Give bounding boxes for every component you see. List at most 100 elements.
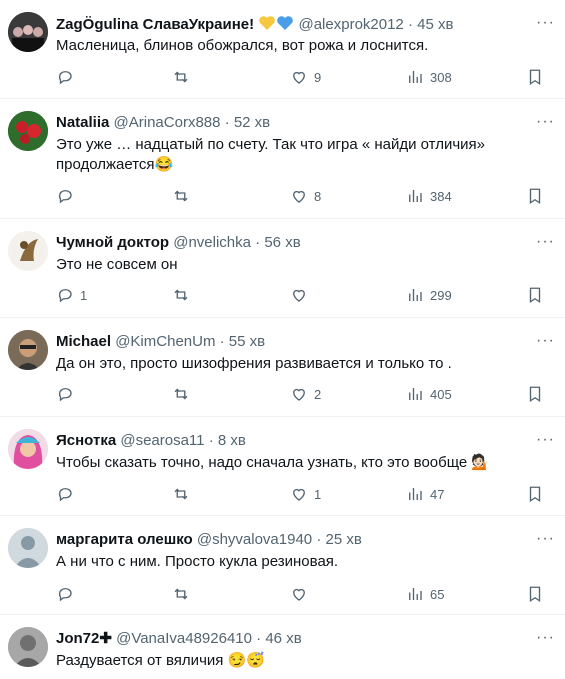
heart-icon: [290, 585, 308, 603]
more-options-icon[interactable]: ···: [536, 531, 555, 547]
bar-chart-icon: [406, 385, 424, 403]
tweet-header: маргарита олешко @shyvalova1940 · 25 хв: [56, 531, 362, 548]
reply-button[interactable]: [56, 186, 80, 206]
author-handle[interactable]: @ArinaCorx888: [114, 114, 221, 131]
heart-icon: [290, 68, 308, 86]
tweet-header: ZagÖgulina СлаваУкраине! @alexprok2012 ·…: [56, 16, 454, 33]
tweet[interactable]: ZagÖgulina СлаваУкраине! @alexprok2012 ·…: [0, 0, 565, 99]
timestamp[interactable]: 25 хв: [326, 531, 362, 548]
reply-icon: [56, 485, 74, 503]
avatar[interactable]: [8, 627, 48, 667]
avatar[interactable]: [8, 12, 48, 52]
author-handle[interactable]: @VanaIva48926410: [116, 630, 252, 647]
tweet[interactable]: Яснотка @searosa11 · 8 хв ··· Чтобы сказ…: [0, 417, 565, 516]
more-options-icon[interactable]: ···: [536, 333, 555, 349]
tweet[interactable]: Michael @KimChenUm · 55 хв ··· Да он это…: [0, 318, 565, 417]
bookmark-button[interactable]: [526, 384, 544, 404]
heart-icon: [290, 187, 308, 205]
reply-button[interactable]: [56, 484, 80, 504]
author-name[interactable]: Яснотка: [56, 432, 116, 449]
reply-icon: [56, 187, 74, 205]
bookmark-button[interactable]: [526, 186, 544, 206]
tweet[interactable]: Nataliia @ArinaCorx888 · 52 хв ··· Это у…: [0, 99, 565, 219]
views-button[interactable]: 65: [406, 584, 444, 604]
author-name[interactable]: Nataliia: [56, 114, 109, 131]
more-options-icon[interactable]: ···: [536, 234, 555, 250]
heart-icon: [290, 485, 308, 503]
author-name[interactable]: Michael: [56, 333, 111, 350]
repost-icon: [172, 286, 190, 304]
bar-chart-icon: [406, 286, 424, 304]
tweet[interactable]: Jon72✚ @VanaIva48926410 · 46 хв ··· Разд…: [0, 615, 565, 679]
more-options-icon[interactable]: ···: [536, 630, 555, 646]
tweet-text: Раздувается от вяличия 😏😴: [56, 652, 265, 669]
like-button[interactable]: 1: [290, 484, 321, 504]
bar-chart-icon: [406, 68, 424, 86]
repost-button[interactable]: [172, 484, 196, 504]
views-button[interactable]: 405: [406, 384, 452, 404]
like-button[interactable]: 9: [290, 67, 321, 87]
like-count: 2: [314, 386, 322, 402]
tweet-text: Да он это, просто шизофрения развивается…: [56, 355, 452, 372]
avatar[interactable]: [8, 528, 48, 568]
avatar[interactable]: [8, 111, 48, 151]
tweet-text: Это уже … надцатый по счету. Так что игр…: [56, 136, 485, 173]
bar-chart-icon: [406, 485, 424, 503]
reply-count: 1: [80, 287, 88, 303]
timestamp[interactable]: 46 хв: [265, 630, 301, 647]
reply-button[interactable]: [56, 384, 80, 404]
timestamp[interactable]: 56 хв: [264, 234, 300, 251]
tweet-header: Чумной доктор @nvelichka · 56 хв: [56, 234, 301, 251]
timestamp[interactable]: 8 хв: [218, 432, 246, 449]
author-handle[interactable]: @nvelichka: [173, 234, 251, 251]
bookmark-button[interactable]: [526, 67, 544, 87]
author-handle[interactable]: @searosa11: [120, 432, 204, 449]
repost-button[interactable]: [172, 584, 196, 604]
bookmark-button[interactable]: [526, 484, 544, 504]
avatar[interactable]: [8, 231, 48, 271]
more-options-icon[interactable]: ···: [536, 15, 555, 31]
author-name[interactable]: ZagÖgulina СлаваУкраине!: [56, 16, 254, 33]
bar-chart-icon: [406, 187, 424, 205]
timestamp[interactable]: 52 хв: [234, 114, 270, 131]
views-button[interactable]: 308: [406, 67, 452, 87]
repost-button[interactable]: [172, 67, 196, 87]
tweet[interactable]: маргарита олешко @shyvalova1940 · 25 хв …: [0, 516, 565, 615]
author-handle[interactable]: @alexprok2012: [298, 16, 403, 33]
author-name[interactable]: Jon72✚: [56, 630, 112, 647]
yellow-heart-icon: [258, 16, 276, 33]
like-button[interactable]: [290, 285, 314, 305]
more-options-icon[interactable]: ···: [536, 114, 555, 130]
tweet[interactable]: Чумной доктор @nvelichka · 56 хв ··· Это…: [0, 219, 565, 318]
repost-button[interactable]: [172, 384, 196, 404]
author-name[interactable]: маргарита олешко: [56, 531, 193, 548]
like-button[interactable]: [290, 584, 314, 604]
tweet-text: А ни что с ним. Просто кукла резиновая.: [56, 553, 339, 570]
reply-button[interactable]: [56, 67, 80, 87]
tweet-header: Michael @KimChenUm · 55 хв: [56, 333, 266, 350]
like-button[interactable]: 2: [290, 384, 321, 404]
bookmark-button[interactable]: [526, 285, 544, 305]
author-handle[interactable]: @KimChenUm: [115, 333, 215, 350]
author-handle[interactable]: @shyvalova1940: [197, 531, 312, 548]
timestamp[interactable]: 45 хв: [417, 16, 453, 33]
bookmark-button[interactable]: [526, 584, 544, 604]
repost-button[interactable]: [172, 186, 196, 206]
reply-button[interactable]: [56, 584, 80, 604]
views-button[interactable]: 299: [406, 285, 452, 305]
reply-button[interactable]: 1: [56, 285, 87, 305]
like-count: 8: [314, 188, 322, 204]
like-button[interactable]: 8: [290, 186, 321, 206]
views-button[interactable]: 47: [406, 484, 444, 504]
timestamp[interactable]: 55 хв: [229, 333, 265, 350]
action-bar: 2 405: [56, 384, 565, 404]
like-count: 1: [314, 486, 322, 502]
views-button[interactable]: 384: [406, 186, 452, 206]
more-options-icon[interactable]: ···: [536, 432, 555, 448]
avatar[interactable]: [8, 429, 48, 469]
reply-icon: [56, 385, 74, 403]
action-bar: 65: [56, 584, 565, 604]
author-name[interactable]: Чумной доктор: [56, 234, 169, 251]
avatar[interactable]: [8, 330, 48, 370]
repost-button[interactable]: [172, 285, 196, 305]
